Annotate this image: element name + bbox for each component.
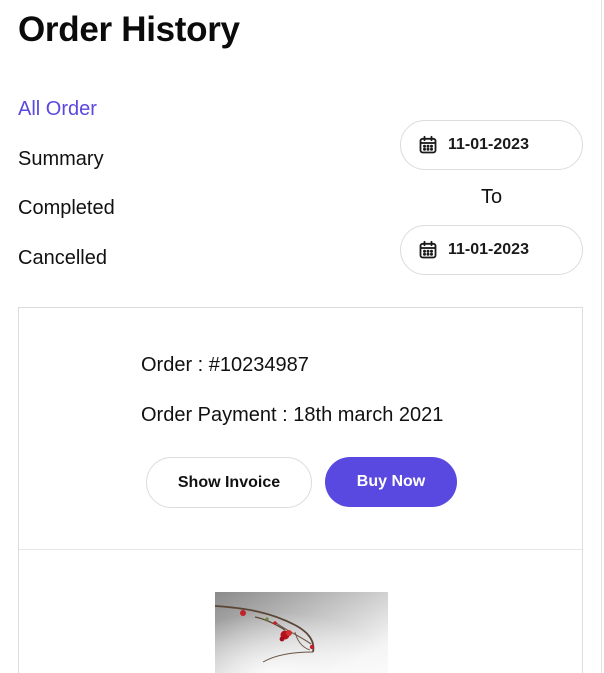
date-range-separator: To <box>480 186 503 208</box>
order-number: Order : #10234987 <box>141 354 309 376</box>
order-filter-nav: All Order Summary Completed Cancelled <box>18 96 115 294</box>
card-divider <box>19 549 582 550</box>
page-title: Order History <box>18 10 240 49</box>
date-from-picker[interactable]: 11-01-2023 <box>400 120 583 170</box>
order-payment-date: Order Payment : 18th march 2021 <box>141 404 444 426</box>
filter-all-order[interactable]: All Order <box>18 96 115 146</box>
filter-cancelled[interactable]: Cancelled <box>18 245 115 295</box>
date-to-picker[interactable]: 11-01-2023 <box>400 225 583 275</box>
filter-completed[interactable]: Completed <box>18 195 115 245</box>
date-from-value: 11-01-2023 <box>448 136 529 153</box>
order-card: Order : #10234987 Order Payment : 18th m… <box>18 307 583 673</box>
calendar-icon <box>418 240 438 260</box>
buy-now-button[interactable]: Buy Now <box>325 457 457 507</box>
filter-summary[interactable]: Summary <box>18 146 115 196</box>
calendar-icon <box>418 135 438 155</box>
show-invoice-button[interactable]: Show Invoice <box>146 457 312 508</box>
right-edge-divider <box>601 0 602 673</box>
product-image[interactable] <box>215 592 388 673</box>
date-to-value: 11-01-2023 <box>448 241 529 258</box>
